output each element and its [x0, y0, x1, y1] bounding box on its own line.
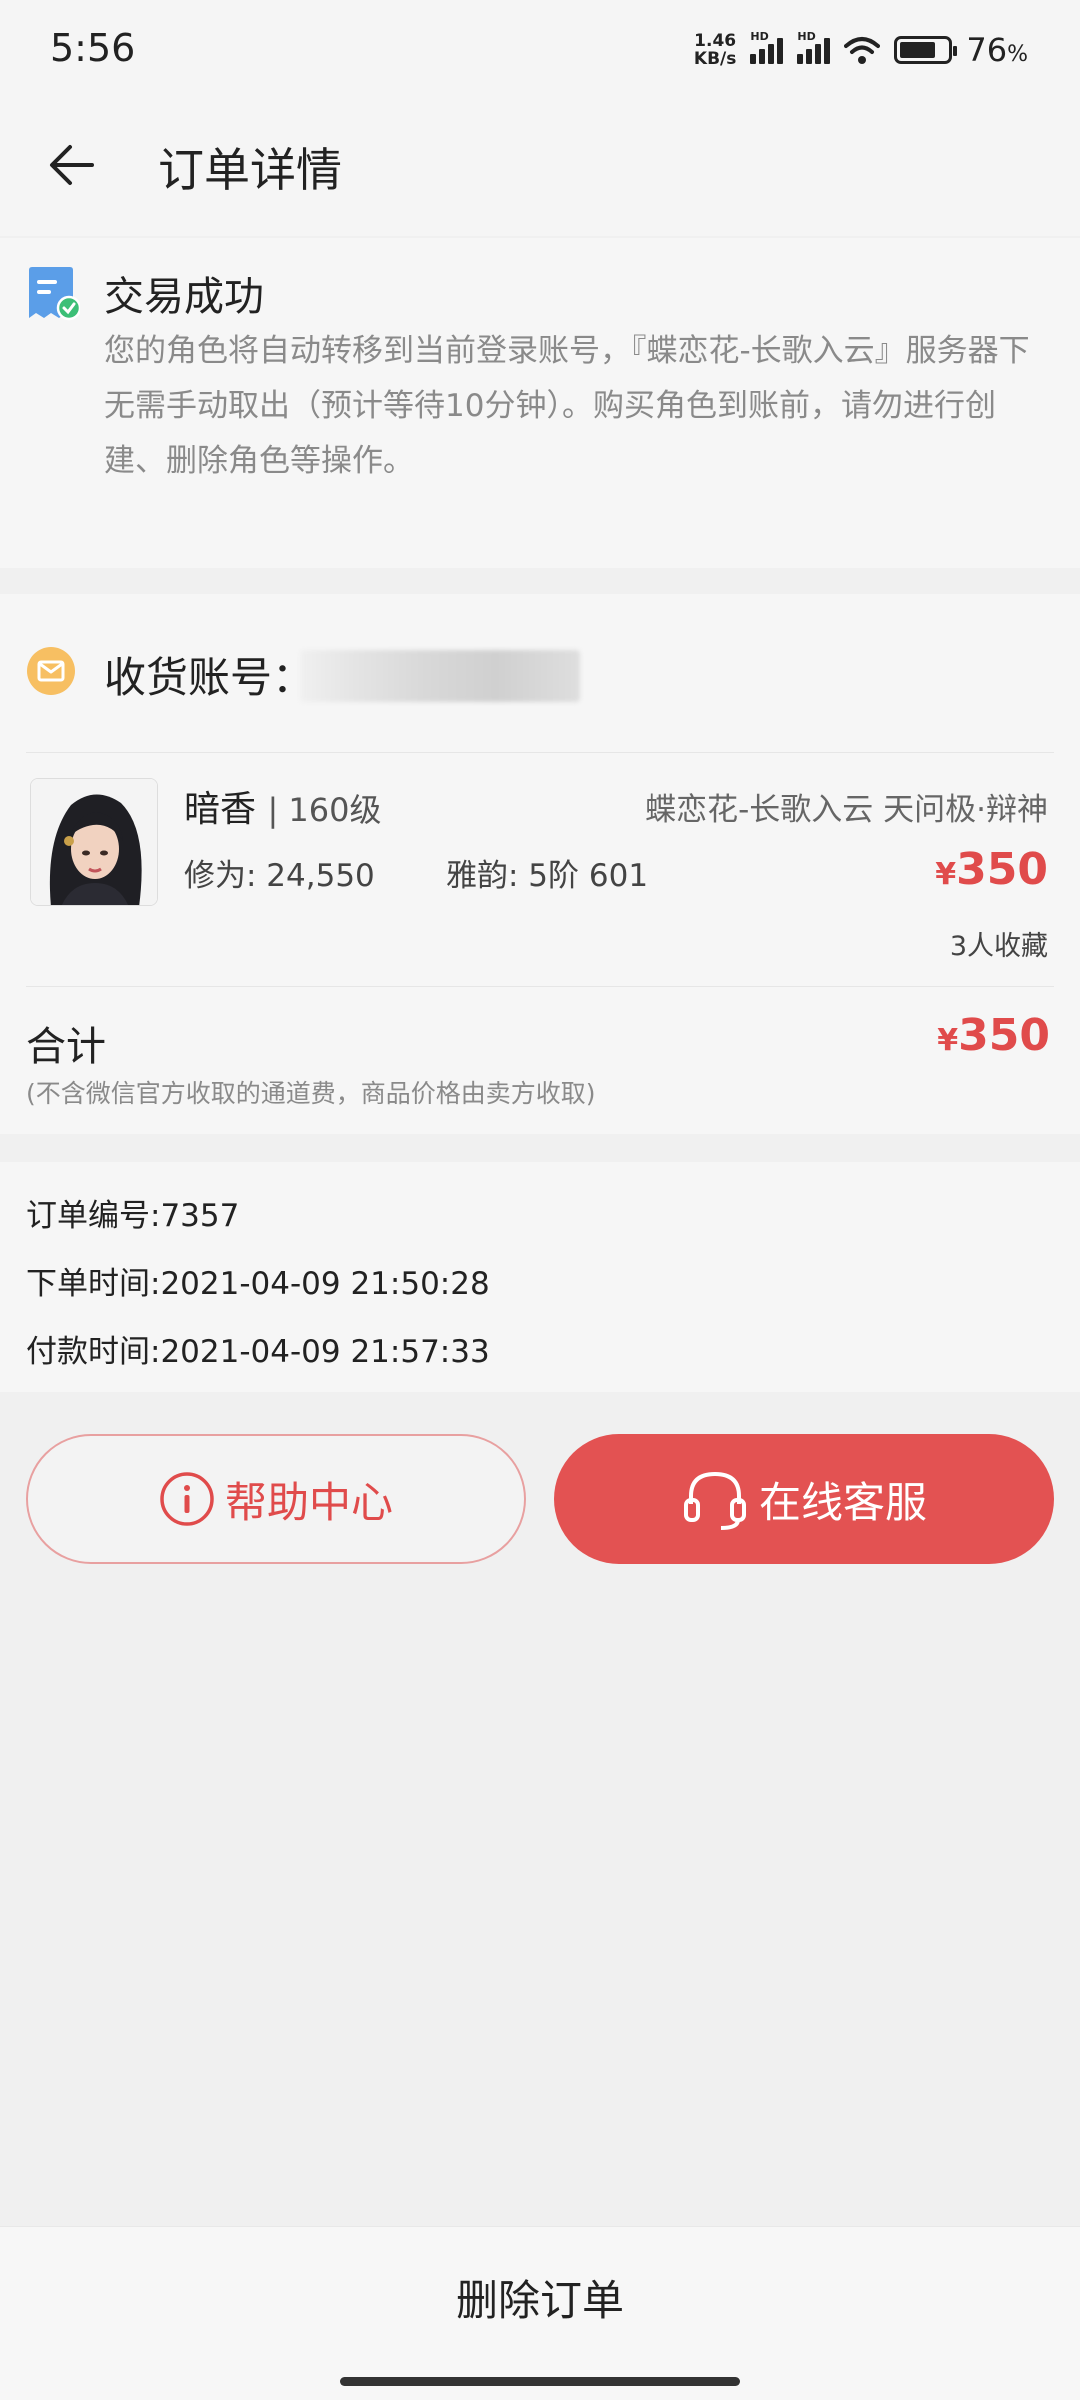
mail-icon — [27, 647, 75, 695]
character-portrait — [31, 779, 157, 905]
favorite-count: 3人收藏 — [949, 931, 1048, 962]
role-level: | 160级 — [267, 791, 382, 829]
divider — [26, 986, 1054, 987]
wifi-icon — [844, 37, 881, 64]
help-center-label: 帮助中心 — [224, 1477, 393, 1527]
home-indicator[interactable] — [340, 2377, 740, 2386]
order-info-section: 订单编号:7357 下单时间:2021-04-09 21:50:28 付款时间:… — [0, 1162, 1080, 1392]
role-name: 暗香 | 160级 — [184, 789, 382, 830]
online-service-label: 在线客服 — [758, 1477, 927, 1527]
page-title: 订单详情 — [158, 143, 342, 197]
status-icons: 1.46 KB/s HD HD 76% — [694, 28, 1028, 72]
account-label: 收货账号： — [104, 653, 315, 702]
status-title: 交易成功 — [104, 274, 264, 320]
status-description: 您的角色将自动转移到当前登录账号，『蝶恋花-长歌入云』服务器下无需手动取出（预计… — [104, 333, 1030, 479]
network-speed: 1.46 KB/s — [693, 31, 737, 69]
order-status-section: 交易成功 您的角色将自动转移到当前登录账号，『蝶恋花-长歌入云』服务器下无需手动… — [0, 238, 1080, 568]
status-bar: 5:56 1.46 KB/s HD HD 76% — [0, 0, 1080, 100]
bottom-bar: 删除订单 — [0, 2226, 1080, 2400]
payment-time: 付款时间:2021-04-09 21:57:33 — [26, 1334, 490, 1370]
order-time: 下单时间:2021-04-09 21:50:28 — [26, 1266, 490, 1302]
account-value-redacted — [300, 650, 580, 702]
total-note: (不含微信官方收取的通道费，商品价格由卖方收取) — [26, 1079, 596, 1108]
order-section: 收货账号： 暗香 | 160级 蝶恋花-长歌入云 天问极·辩神 修为: 24,5… — [0, 594, 1080, 1134]
battery-icon — [894, 36, 958, 64]
divider — [26, 752, 1054, 753]
signal-icon: HD — [750, 30, 784, 64]
delete-order-button[interactable]: 删除订单 — [0, 2267, 1080, 2328]
order-number: 订单编号:7357 — [26, 1198, 240, 1234]
battery-level: 76% — [966, 31, 1028, 69]
info-circle-icon — [160, 1472, 214, 1526]
role-server: 蝶恋花-长歌入云 天问极·辩神 — [645, 792, 1048, 828]
help-center-button[interactable]: 帮助中心 — [26, 1434, 526, 1564]
status-time: 5:56 — [50, 26, 136, 70]
signal-icon: HD — [797, 30, 831, 64]
role-yayun: 雅韵: 5阶 601 — [446, 858, 649, 894]
total-label: 合计 — [26, 1024, 106, 1070]
header: 订单详情 — [0, 100, 1080, 236]
headset-icon — [683, 1471, 746, 1530]
role-xiuwei: 修为: 24,550 — [184, 858, 375, 894]
avatar[interactable] — [30, 778, 158, 906]
item-price: ¥350 — [935, 844, 1048, 895]
arrow-left-icon[interactable] — [40, 130, 110, 200]
document-check-icon — [29, 267, 80, 321]
total-price: ¥350 — [937, 1010, 1050, 1061]
online-service-button[interactable]: 在线客服 — [554, 1434, 1054, 1564]
